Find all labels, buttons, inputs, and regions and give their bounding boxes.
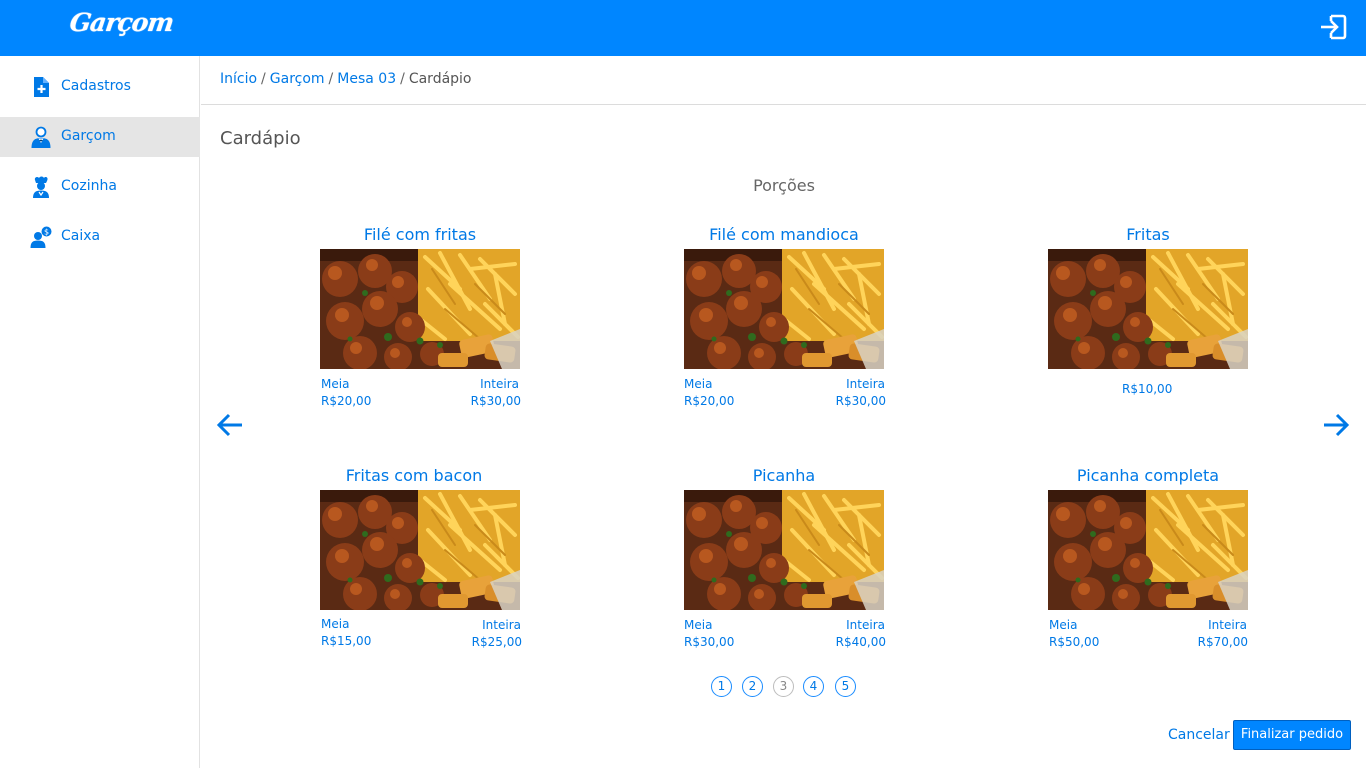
document-add-icon — [34, 77, 49, 97]
product-name[interactable]: Fritas com bacon — [264, 466, 564, 485]
product-name[interactable]: Fritas — [998, 225, 1298, 244]
full-label: Inteira — [480, 377, 519, 391]
logout-icon — [1321, 14, 1347, 40]
breadcrumb-separator: / — [400, 71, 405, 87]
product-name[interactable]: Picanha completa — [998, 466, 1298, 485]
breadcrumb-separator: / — [328, 71, 334, 87]
breadcrumb: Início / Garçom / Mesa 03/Cardápio — [201, 56, 1366, 105]
page-button-4[interactable]: 4 — [803, 676, 824, 697]
full-label: Inteira — [482, 618, 521, 632]
full-price: R$40,00 — [835, 635, 886, 649]
full-label: Inteira — [1208, 618, 1247, 632]
breadcrumb-separator: / — [261, 71, 266, 87]
sidebar-item-label: Cozinha — [61, 178, 117, 194]
breadcrumb-link-garcom[interactable]: Garçom — [270, 71, 325, 87]
single-price: R$10,00 — [1122, 382, 1173, 396]
product-name[interactable]: Picanha — [634, 466, 934, 485]
sidebar-item-caixa[interactable]: $ Caixa — [0, 217, 200, 257]
finish-order-button[interactable]: Finalizar pedido — [1233, 720, 1351, 750]
full-price: R$30,00 — [835, 394, 886, 408]
product-image[interactable] — [320, 249, 520, 369]
product-name[interactable]: Filé com mandioca — [634, 225, 934, 244]
breadcrumb-link-mesa[interactable]: Mesa 03 — [337, 71, 396, 87]
full-price: R$70,00 — [1197, 635, 1248, 649]
breadcrumb-current: Cardápio — [408, 71, 472, 87]
cancel-button[interactable]: Cancelar — [1168, 727, 1230, 743]
sidebar-item-label: Caixa — [61, 228, 101, 244]
half-label: Meia — [684, 618, 713, 632]
product-image[interactable] — [1048, 249, 1248, 369]
sidebar-item-garcom[interactable]: Garçom — [0, 117, 200, 157]
product-image[interactable] — [684, 249, 884, 369]
half-price: R$50,00 — [1049, 635, 1100, 649]
product-name[interactable]: Filé com fritas — [270, 225, 570, 244]
half-label: Meia — [321, 617, 350, 631]
product-image[interactable] — [1048, 490, 1248, 610]
next-arrow-icon[interactable] — [1322, 411, 1350, 439]
sidebar-item-cozinha[interactable]: Cozinha — [0, 167, 200, 207]
section-title: Porções — [753, 176, 815, 195]
logout-button[interactable] — [1318, 12, 1348, 42]
full-price: R$30,00 — [470, 394, 521, 408]
page-button-1[interactable]: 1 — [711, 676, 732, 697]
breadcrumb-link-inicio[interactable]: Início — [220, 71, 257, 87]
half-price: R$20,00 — [684, 394, 735, 408]
half-label: Meia — [1049, 618, 1078, 632]
page-button-2[interactable]: 2 — [742, 676, 763, 697]
sidebar-item-cadastros[interactable]: Cadastros — [0, 67, 200, 107]
app-logo: Garçom — [67, 8, 176, 37]
cashier-icon: $ — [30, 226, 52, 248]
half-label: Meia — [684, 377, 713, 391]
product-image[interactable] — [684, 490, 884, 610]
half-label: Meia — [321, 377, 350, 391]
full-price: R$25,00 — [471, 635, 522, 649]
page-button-3[interactable]: 3 — [773, 676, 794, 697]
sidebar-item-label: Cadastros — [61, 78, 131, 94]
half-price: R$30,00 — [684, 635, 735, 649]
full-label: Inteira — [846, 618, 885, 632]
half-price: R$20,00 — [321, 394, 372, 408]
waiter-icon — [31, 126, 51, 148]
page-button-5[interactable]: 5 — [835, 676, 856, 697]
product-image[interactable] — [320, 490, 520, 610]
sidebar: Cadastros Garçom Cozinha $ Caixa — [0, 56, 200, 768]
page-title: Cardápio — [220, 128, 301, 149]
half-price: R$15,00 — [321, 634, 372, 648]
chef-icon — [33, 176, 49, 198]
svg-text:$: $ — [44, 228, 49, 237]
top-bar: Garçom — [0, 0, 1366, 56]
sidebar-item-label: Garçom — [61, 128, 116, 144]
full-label: Inteira — [846, 377, 885, 391]
previous-arrow-icon[interactable] — [216, 411, 244, 439]
